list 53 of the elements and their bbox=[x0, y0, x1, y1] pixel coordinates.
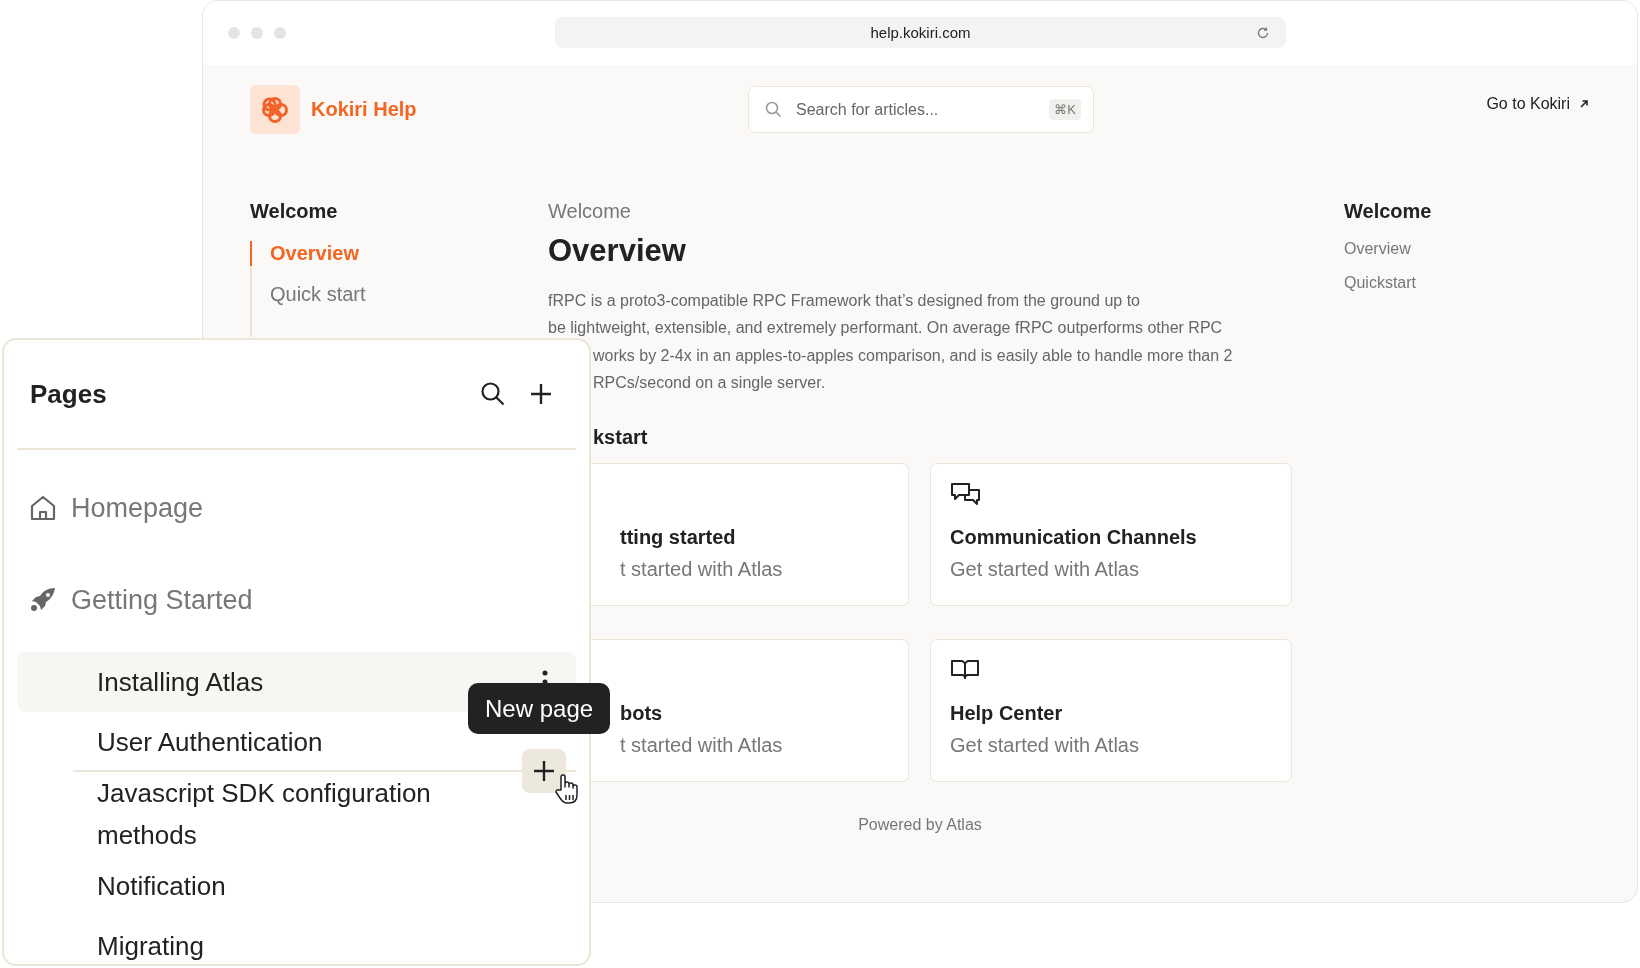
page-item[interactable]: Javascript SDK configuration methods bbox=[17, 772, 576, 856]
hand-cursor-icon bbox=[553, 773, 581, 805]
search-bar[interactable]: Search for articles... ⌘K bbox=[748, 86, 1094, 133]
card-title: tting started bbox=[620, 526, 737, 550]
nav-heading: Welcome bbox=[250, 200, 339, 223]
paragraph-line: be lightweight, extensible, and extremely performant. On average fRPC outperforms other RPC bbox=[548, 318, 1224, 339]
toc-link[interactable]: Quickstart bbox=[1344, 274, 1589, 292]
search-field[interactable]: Search for articles... bbox=[794, 99, 1038, 120]
section-item[interactable]: Getting Started bbox=[17, 560, 576, 640]
toc-link[interactable]: Overview bbox=[1344, 240, 1589, 258]
window-control-dot[interactable] bbox=[228, 27, 240, 39]
card-subtitle: t started with Atlas bbox=[620, 558, 784, 582]
page-item[interactable]: Notification bbox=[17, 856, 576, 916]
article-card[interactable]: bots t started with Atlas bbox=[591, 639, 909, 783]
new-page-button[interactable] bbox=[522, 749, 566, 793]
window-control-dot[interactable] bbox=[251, 27, 263, 39]
card-subtitle: Get started with Atlas bbox=[950, 558, 1140, 582]
arrow-icon bbox=[1579, 98, 1589, 109]
footer-text: Powered by Atlas bbox=[857, 816, 983, 835]
card-subtitle: t started with Atlas bbox=[620, 734, 784, 758]
rocket-icon bbox=[29, 587, 57, 613]
nav-item[interactable]: Quick start bbox=[250, 282, 548, 307]
card-title: Help Center bbox=[950, 702, 1064, 726]
section-item[interactable]: Homepage bbox=[17, 468, 576, 548]
tooltip: New page bbox=[468, 683, 611, 734]
logo-icon bbox=[250, 85, 300, 134]
paragraph-line: fRPC is a proto3-compatible RPC Framework that’s designed from the ground up to bbox=[548, 291, 1141, 311]
card-subtitle: Get started with Atlas bbox=[950, 734, 1140, 758]
url-text: help.kokiri.com bbox=[870, 24, 971, 41]
paragraph-line: RPCs/second on a single server. bbox=[593, 372, 826, 393]
plus-icon[interactable] bbox=[530, 383, 552, 405]
shortcut-badge: ⌘K bbox=[1049, 99, 1081, 120]
breadcrumb: Welcome bbox=[548, 200, 632, 223]
page-title: Overview bbox=[548, 233, 687, 269]
card-title: Communication Channels bbox=[950, 526, 1198, 550]
section-heading: kstart bbox=[593, 426, 649, 450]
panel-title: Pages bbox=[30, 378, 107, 410]
house-icon bbox=[29, 495, 57, 521]
search-icon bbox=[765, 101, 782, 118]
paragraph-line: works by 2-4x in an apples-to-apples comparison, and is easily able to handle more than 2 bbox=[593, 345, 1233, 366]
search-icon[interactable] bbox=[480, 381, 506, 407]
article-card[interactable]: tting started t started with Atlas bbox=[591, 463, 909, 607]
address-bar[interactable]: help.kokiri.com bbox=[555, 17, 1286, 48]
external-link[interactable]: Go to Kokiri bbox=[1486, 94, 1589, 113]
article-card[interactable]: Help Center Get started with Atlas bbox=[930, 639, 1292, 783]
toc-heading: Welcome bbox=[1344, 200, 1433, 223]
page-item[interactable]: Migrating bbox=[17, 916, 576, 964]
window-control-dot[interactable] bbox=[274, 27, 286, 39]
article-card[interactable]: Communication Channels Get started with Atlas bbox=[930, 463, 1292, 607]
book-icon bbox=[950, 658, 980, 681]
plus-icon bbox=[533, 760, 555, 782]
reload-icon[interactable] bbox=[1256, 25, 1270, 40]
card-title: bots bbox=[620, 702, 664, 726]
